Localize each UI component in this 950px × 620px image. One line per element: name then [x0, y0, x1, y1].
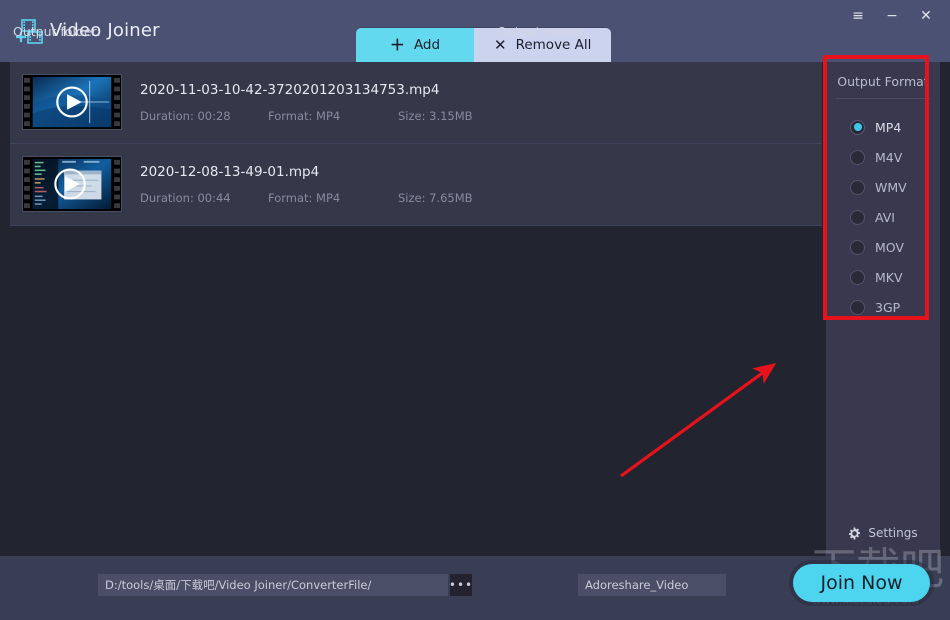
radio-icon	[850, 209, 865, 225]
file-list[interactable]: 2020-11-03-10-42-3720201203134753.mp4 Du…	[10, 62, 822, 556]
file-size: Size: 7.65MB	[398, 191, 473, 205]
radio-icon	[850, 119, 865, 135]
format-label: M4V	[875, 149, 903, 165]
plus-icon: ＋	[389, 35, 405, 54]
format-label: 3GP	[875, 299, 901, 315]
file-name: 2020-11-03-10-42-3720201203134753.mp4	[140, 82, 440, 98]
radio-icon	[850, 149, 865, 165]
format-option-3gp[interactable]: 3GP	[826, 292, 940, 322]
radio-icon	[850, 299, 865, 315]
close-icon[interactable]: ✕	[912, 4, 940, 28]
file-name: 2020-12-08-13-49-01.mp4	[140, 164, 320, 180]
video-thumbnail-play-icon	[22, 74, 122, 130]
file-format: Format: MP4	[268, 109, 341, 123]
format-option-mp4[interactable]: MP4	[826, 112, 940, 142]
window-controls: ≡ − ✕	[844, 4, 940, 28]
output-folder-input[interactable]	[98, 574, 448, 596]
output-format-panel: Output Format MP4 M4V WMV AVI MOV MKV 3G…	[826, 62, 940, 556]
output-folder-label: Output folder:	[13, 24, 101, 39]
file-meta: Duration: 00:44 Format: MP4 Size: 7.65MB	[140, 191, 473, 205]
minimize-icon[interactable]: −	[878, 4, 906, 28]
add-button-label: Add	[413, 37, 441, 53]
ellipsis-icon[interactable]: •••	[449, 574, 472, 596]
file-format: Format: MP4	[268, 191, 341, 205]
format-option-wmv[interactable]: WMV	[826, 172, 940, 202]
add-button[interactable]: ＋ Add	[356, 28, 474, 62]
format-label: MOV	[875, 239, 904, 255]
settings-button[interactable]: Settings	[826, 526, 940, 540]
radio-icon	[850, 269, 865, 285]
video-joiner-window: Video Joiner ≡ − ✕ ＋ Add ✕ Remove All 20…	[0, 0, 950, 620]
format-label: MKV	[875, 269, 903, 285]
file-duration: Duration: 00:28	[140, 109, 231, 123]
video-thumbnail-play-icon	[22, 156, 122, 212]
file-meta: Duration: 00:28 Format: MP4 Size: 3.15MB	[140, 109, 473, 123]
format-option-m4v[interactable]: M4V	[826, 142, 940, 172]
format-label: MP4	[875, 119, 902, 135]
table-row[interactable]: 2020-11-03-10-42-3720201203134753.mp4 Du…	[10, 62, 822, 144]
radio-icon	[850, 239, 865, 255]
settings-label: Settings	[868, 526, 918, 540]
output-name-input[interactable]	[578, 574, 726, 596]
cross-icon: ✕	[494, 35, 507, 54]
output-format-title: Output Format	[836, 74, 930, 99]
format-label: WMV	[875, 179, 907, 195]
gear-icon	[849, 526, 861, 540]
format-option-mkv[interactable]: MKV	[826, 262, 940, 292]
format-label: AVI	[875, 209, 895, 225]
format-radio-group[interactable]: MP4 M4V WMV AVI MOV MKV 3GP	[826, 112, 940, 322]
output-name-label: Output name:	[497, 24, 585, 39]
hamburger-menu-icon[interactable]: ≡	[844, 4, 872, 28]
radio-icon	[850, 179, 865, 195]
format-option-avi[interactable]: AVI	[826, 202, 940, 232]
table-row[interactable]: 2020-12-08-13-49-01.mp4 Duration: 00:44 …	[10, 144, 822, 226]
remove-all-button-label: Remove All	[515, 37, 592, 53]
file-size: Size: 3.15MB	[398, 109, 473, 123]
format-option-mov[interactable]: MOV	[826, 232, 940, 262]
file-duration: Duration: 00:44	[140, 191, 231, 205]
join-now-button[interactable]: Join Now	[793, 564, 930, 602]
